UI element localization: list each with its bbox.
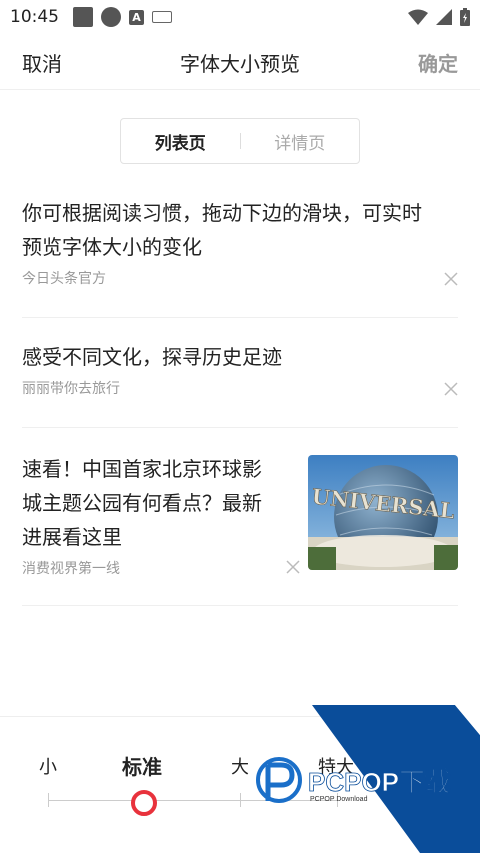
keyboard-icon <box>152 11 172 23</box>
signal-icon <box>436 9 452 25</box>
close-icon[interactable] <box>286 560 300 574</box>
battery-icon <box>460 8 470 26</box>
watermark-text: PCPOP下载 <box>308 767 451 797</box>
tab-detail-page[interactable]: 详情页 <box>241 129 360 154</box>
close-icon[interactable] <box>444 382 458 396</box>
wifi-icon <box>408 9 428 25</box>
item-title: 你可根据阅读习惯，拖动下边的滑块，可实时 预览字体大小的变化 <box>22 196 458 264</box>
size-large-option[interactable]: 大 <box>231 753 249 779</box>
size-standard-option[interactable]: 标准 <box>122 751 162 780</box>
close-icon[interactable] <box>444 272 458 286</box>
font-size-slider-thumb[interactable] <box>131 790 157 816</box>
preview-tabs: 列表页 详情页 <box>120 118 360 164</box>
watermark-subtext: PCPOP Download <box>310 796 368 803</box>
item-source: 今日头条官方 <box>22 271 106 287</box>
item-thumbnail-image: UNIVERSAL <box>308 455 458 570</box>
notification-circle-icon <box>101 7 121 27</box>
item-source: 丽丽带你去旅行 <box>22 381 120 397</box>
slider-tick <box>240 793 241 807</box>
item-title-line: 感受不同文化，探寻历史足迹 <box>22 345 282 369</box>
page-title: 字体大小预览 <box>180 52 300 76</box>
item-title-line: 你可根据阅读习惯，拖动下边的滑块，可实时 <box>22 201 422 225</box>
status-time: 10:45 <box>10 7 59 27</box>
feed-item[interactable]: 感受不同文化，探寻历史足迹 丽丽带你去旅行 <box>22 340 458 428</box>
confirm-button[interactable]: 确定 <box>418 48 458 77</box>
item-title-line: 预览字体大小的变化 <box>22 235 202 259</box>
size-small-option[interactable]: 小 <box>39 753 57 779</box>
notification-a-icon: A <box>129 9 144 25</box>
pcpop-watermark-logo: PCPOP下载 PCPOP Download <box>256 705 480 853</box>
feed-item[interactable]: 你可根据阅读习惯，拖动下边的滑块，可实时 预览字体大小的变化 今日头条官方 <box>22 196 458 318</box>
tab-list-page[interactable]: 列表页 <box>121 129 240 154</box>
feed-item[interactable]: 速看！中国首家北京环球影 城主题公园有何看点？最新 进展看这里 消费视界第一线 … <box>22 428 458 606</box>
slider-tick <box>48 793 49 807</box>
item-title: 感受不同文化，探寻历史足迹 <box>22 340 458 374</box>
status-bar: 10:45 A <box>0 0 480 34</box>
notification-square-icon <box>73 7 93 27</box>
header: 取消 字体大小预览 确定 <box>0 34 480 90</box>
